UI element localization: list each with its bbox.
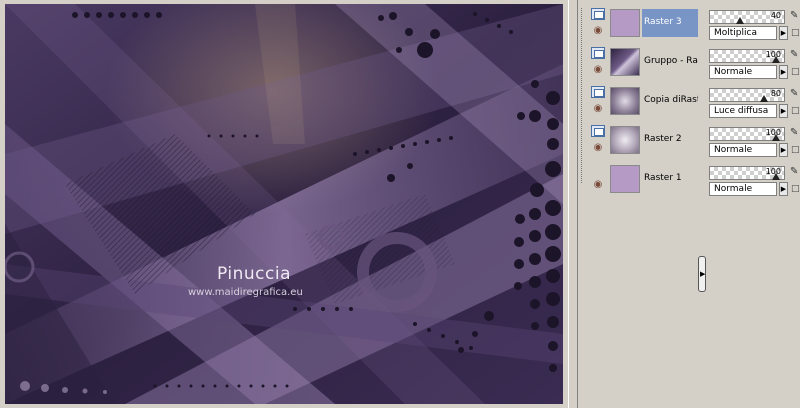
layer-name: Raster 2 [644,134,682,144]
opacity-value: 100 [765,167,781,176]
opacity-value: 100 [765,50,781,59]
blend-dropdown-arrow-icon[interactable]: ▶ [779,104,788,118]
opacity-value: 100 [765,128,781,137]
brush-icon[interactable]: ✎ [790,88,800,100]
arrow-right-icon: ▶ [700,270,706,278]
blend-dropdown-arrow-icon[interactable]: ▶ [779,182,788,196]
lock-icon[interactable]: □ [791,106,800,117]
panel-resize-handle[interactable]: ▶ [698,256,706,292]
layer-name: Copia diRaste [644,95,698,105]
layer-thumbnail [610,48,640,76]
blend-mode-select[interactable]: Normale [709,182,777,196]
opacity-value: 80 [770,89,781,98]
layer-name-box[interactable]: Gruppo - Ras [642,48,698,76]
blend-dropdown-arrow-icon[interactable]: ▶ [779,65,788,79]
layer-props-row: 100 Normale ▶ ✎ □ [708,45,800,81]
layer-name: Gruppo - Ras [644,56,698,66]
brush-icon[interactable]: ✎ [790,49,800,61]
opacity-slider-thumb[interactable] [760,95,768,102]
layer-thumbnail [610,126,640,154]
watermark-title: Pinuccia [217,264,291,284]
opacity-slider[interactable]: 100 [709,127,785,141]
layer-thumbnail [610,165,640,193]
layer-row-raster-3[interactable]: ◉ Raster 3 [586,6,698,42]
layer-props-row: 80 Luce diffusa ▶ ✎ □ [708,84,800,120]
blend-mode-select[interactable]: Normale [709,143,777,157]
lock-icon[interactable]: □ [791,67,800,78]
layer-name-box[interactable]: Copia diRaste [642,87,698,115]
layer-thumbnail [610,87,640,115]
eye-visibility-icon[interactable]: ◉ [590,143,606,153]
raster-layer-icon [591,86,605,98]
layer-name: Raster 3 [644,17,682,27]
blend-dropdown-arrow-icon[interactable]: ▶ [779,143,788,157]
image-canvas[interactable]: Pinuccia www.maidiregrafica.eu [5,4,563,404]
lock-icon[interactable]: □ [791,145,800,156]
layer-row-raster-2[interactable]: ◉ Raster 2 [586,123,698,159]
opacity-slider[interactable]: 40 [709,10,785,24]
lock-icon[interactable]: □ [791,28,800,39]
layer-name-box[interactable]: Raster 1 [642,165,698,193]
layer-tree-line [581,8,583,183]
group-layer-icon [591,47,605,59]
eye-visibility-icon[interactable]: ◉ [590,26,606,36]
raster-layer-icon [591,8,605,20]
layer-props-row: 40 Moltiplica ▶ ✎ □ [708,6,800,42]
canvas-area: Pinuccia www.maidiregrafica.eu [0,0,568,408]
eye-visibility-icon[interactable]: ◉ [590,65,606,75]
layer-thumbnail [610,9,640,37]
blend-mode-select[interactable]: Luce diffusa [709,104,777,118]
raster-layer-icon [591,125,605,137]
opacity-value: 40 [770,11,781,20]
opacity-slider-thumb[interactable] [736,17,744,24]
panel-divider[interactable] [568,0,578,408]
blend-mode-select[interactable]: Moltiplica [709,26,777,40]
brush-icon[interactable]: ✎ [790,166,800,178]
layer-row-raster-1[interactable]: ◉ Raster 1 [586,162,698,198]
watermark-url: www.maidiregrafica.eu [188,287,303,298]
brush-icon[interactable]: ✎ [790,127,800,139]
canvas-artwork [5,4,563,404]
layer-name: Raster 1 [644,173,682,183]
eye-visibility-icon[interactable]: ◉ [590,180,606,190]
layer-name-box[interactable]: Raster 3 [642,9,698,37]
brush-icon[interactable]: ✎ [790,10,800,22]
opacity-slider[interactable]: 100 [709,166,785,180]
opacity-slider[interactable]: 80 [709,88,785,102]
layer-row-group[interactable]: ◉ Gruppo - Ras [586,45,698,81]
lock-icon[interactable]: □ [791,184,800,195]
layer-props-row: 100 Normale ▶ ✎ □ [708,123,800,159]
blend-dropdown-arrow-icon[interactable]: ▶ [779,26,788,40]
layer-row-copy-raster[interactable]: ◉ Copia diRaste [586,84,698,120]
blend-mode-select[interactable]: Normale [709,65,777,79]
layer-props-row: 100 Normale ▶ ✎ □ [708,162,800,198]
opacity-slider[interactable]: 100 [709,49,785,63]
eye-visibility-icon[interactable]: ◉ [590,104,606,114]
layer-name-box[interactable]: Raster 2 [642,126,698,154]
